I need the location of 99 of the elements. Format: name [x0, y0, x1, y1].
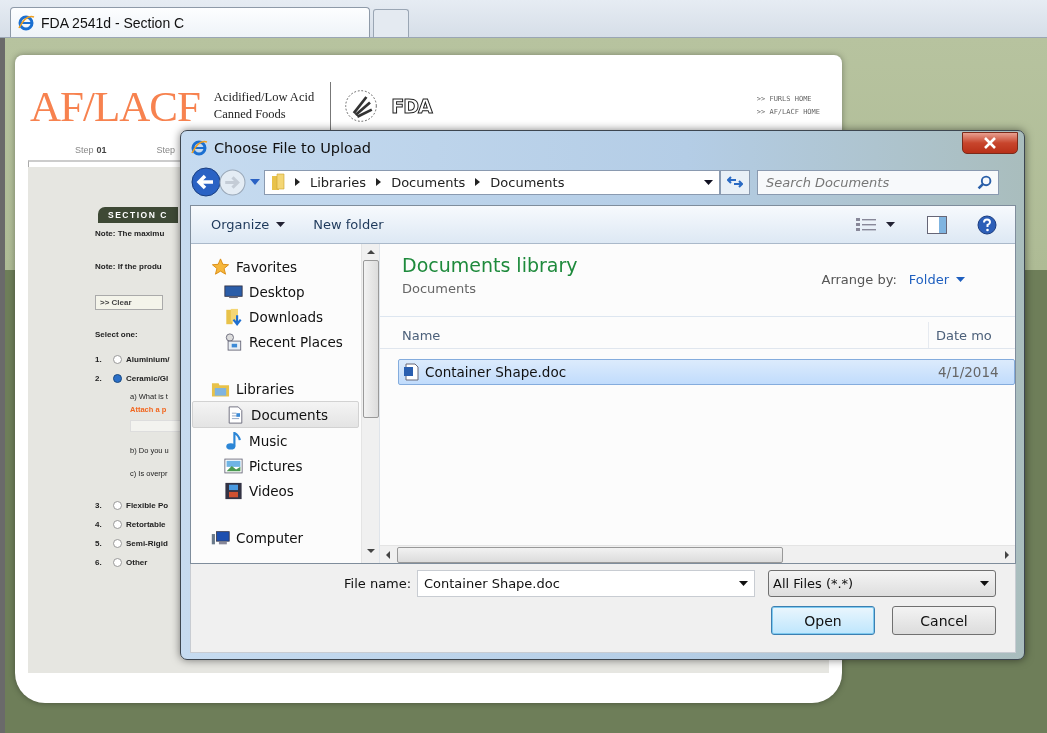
arrange-dropdown[interactable]: Folder	[904, 269, 969, 289]
option-label: Other	[126, 558, 148, 567]
note-text: Note: The maximu	[95, 229, 165, 238]
site-logo: AF/LACF	[30, 81, 200, 131]
caret-icon	[956, 276, 965, 282]
film-strip-icon	[224, 481, 243, 500]
nav-item[interactable]: Documents	[192, 401, 359, 428]
file-name: Container Shape.doc	[425, 364, 567, 380]
nav-item[interactable]: Desktop	[191, 279, 359, 304]
horizontal-scrollbar[interactable]	[380, 545, 1015, 563]
help-icon[interactable]	[977, 214, 997, 235]
file-name-label: File name:	[344, 576, 413, 591]
back-button[interactable]	[191, 167, 221, 197]
separator-arrow-icon	[295, 178, 300, 186]
refresh-button[interactable]	[720, 169, 750, 195]
scroll-right-arrow-icon[interactable]	[1005, 550, 1009, 559]
step-label: Step 01	[75, 145, 107, 155]
option-number: 4.	[95, 520, 103, 529]
option-number: 6.	[95, 558, 103, 567]
caret-icon	[276, 222, 286, 227]
option-number: 5.	[95, 539, 103, 548]
open-button[interactable]: Open	[771, 606, 875, 635]
option-number: 3.	[95, 501, 103, 510]
file-row[interactable]: Container Shape.doc 4/1/2014	[398, 359, 1015, 385]
radio-button[interactable]	[113, 374, 122, 383]
nav-item[interactable]: Music	[191, 428, 359, 453]
agency-logo: FDA	[391, 95, 432, 117]
library-subtitle: Documents	[402, 281, 478, 296]
breadcrumb[interactable]: Documents	[391, 174, 466, 190]
option-label: Retortable	[126, 520, 166, 529]
clear-button[interactable]: >> Clear	[95, 295, 163, 310]
cancel-button[interactable]: Cancel	[892, 606, 996, 635]
monitor-icon	[224, 282, 243, 301]
browser-icon	[190, 139, 208, 157]
nav-item[interactable]: Downloads	[191, 304, 359, 329]
folder-icon	[271, 173, 285, 191]
word-document-icon	[403, 363, 419, 381]
radio-button[interactable]	[113, 558, 122, 567]
music-note-icon	[224, 431, 243, 450]
address-bar[interactable]: Libraries Documents Documents	[264, 169, 720, 195]
column-header[interactable]: Name	[380, 322, 929, 348]
tagline: Canned Foods	[213, 106, 287, 123]
nav-item[interactable]: Pictures	[191, 453, 359, 478]
option-label: Semi-Rigid	[126, 539, 168, 548]
column-header[interactable]: Date mo	[929, 322, 992, 348]
option-number: 1.	[95, 355, 103, 364]
landscape-icon	[224, 456, 243, 475]
scroll-up-arrow-icon[interactable]	[366, 250, 375, 254]
recent-places-icon	[224, 332, 243, 351]
radio-button[interactable]	[113, 539, 122, 548]
caret-icon	[739, 581, 748, 586]
search-icon	[977, 174, 992, 190]
browser-tab[interactable]: FDA 2541d - Section C	[10, 7, 370, 37]
nav-item[interactable]: Recent Places	[191, 329, 359, 354]
step-label: Step	[156, 145, 176, 155]
arrange-label: Arrange by:	[821, 271, 897, 287]
file-date: 4/1/2014	[938, 364, 999, 380]
breadcrumb[interactable]: Documents	[490, 174, 565, 190]
option-label: Ceramic/Gl	[126, 374, 169, 383]
dropdown-arrow-icon[interactable]	[704, 179, 713, 185]
document-icon	[226, 405, 245, 424]
new-folder-button[interactable]: New folder	[305, 213, 392, 236]
preview-pane-icon[interactable]	[927, 215, 947, 234]
view-list-icon[interactable]	[856, 217, 876, 232]
eagle-emblem-icon	[343, 88, 380, 124]
vertical-scrollbar[interactable]	[361, 244, 379, 563]
option-label: Aluminium/	[126, 355, 170, 364]
file-name-field[interactable]: Container Shape.doc	[417, 570, 755, 597]
radio-button[interactable]	[113, 501, 122, 510]
organize-menu[interactable]: Organize	[203, 213, 294, 236]
radio-button[interactable]	[113, 520, 122, 529]
download-folder-icon	[224, 307, 243, 326]
nav-item[interactable]: Favorites	[191, 254, 359, 279]
search-field[interactable]: Search Documents	[757, 169, 999, 195]
option-label: Flexible Po	[126, 501, 169, 510]
computer-icon	[211, 528, 230, 547]
dialog-title: Choose File to Upload	[214, 140, 371, 156]
star-icon	[211, 257, 230, 276]
nav-item[interactable]: Videos	[191, 478, 359, 503]
close-button[interactable]	[962, 132, 1018, 154]
separator-arrow-icon	[376, 178, 382, 186]
note-text: Note: If the produ	[95, 262, 162, 271]
library-title: Documents library	[402, 254, 578, 276]
prompt-text: Select one:	[95, 330, 138, 339]
radio-button[interactable]	[113, 355, 122, 364]
refresh-icon	[727, 175, 743, 189]
option-number: 2.	[95, 374, 103, 383]
separator-arrow-icon	[475, 178, 481, 186]
breadcrumb[interactable]: Libraries	[310, 174, 367, 190]
tagline: Acidified/Low Acid	[213, 89, 315, 106]
caret-icon[interactable]	[886, 222, 895, 227]
close-icon	[983, 137, 997, 149]
scroll-down-arrow-icon[interactable]	[366, 549, 375, 553]
nav-item[interactable]: Libraries	[191, 376, 359, 401]
nav-item[interactable]: Computer	[191, 525, 359, 550]
file-type-dropdown[interactable]: All Files (*.*)	[768, 570, 996, 597]
caret-icon	[980, 581, 989, 586]
scroll-left-arrow-icon[interactable]	[386, 550, 390, 559]
browser-icon	[17, 13, 35, 32]
